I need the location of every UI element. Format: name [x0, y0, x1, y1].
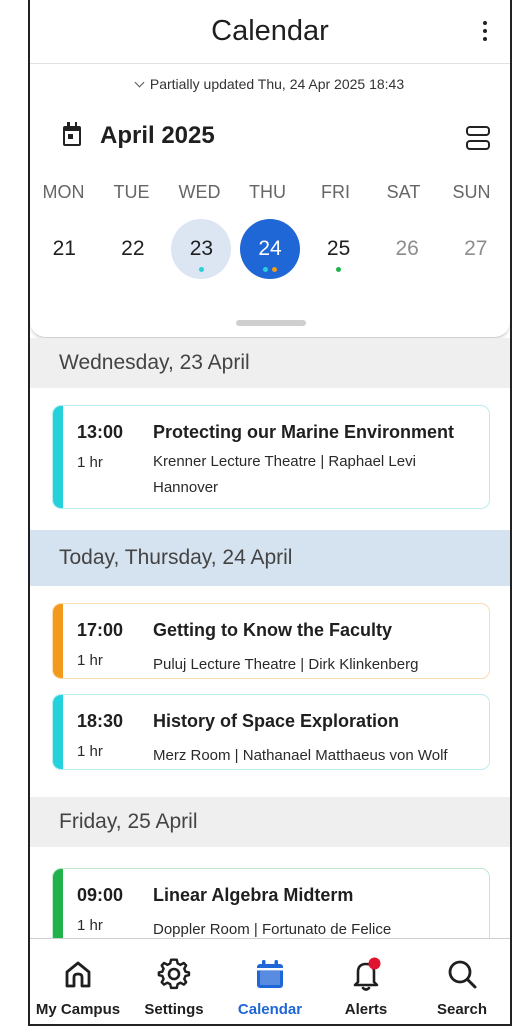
sync-status[interactable]: Partially updated Thu, 24 Apr 2025 18:43 — [30, 76, 510, 92]
weekday-header: MON TUE WED THU FRI SAT SUN — [30, 182, 510, 203]
event-color-bar — [53, 695, 63, 769]
bottom-navigation: My Campus Settings Calendar Alerts Searc… — [30, 938, 510, 1024]
calendar-icon — [257, 960, 283, 988]
event-title: History of Space Exploration — [153, 711, 400, 731]
week-strip: 21 22 23 24 25 26 27 — [30, 219, 510, 283]
day-cell[interactable]: 21 — [30, 219, 99, 283]
page-title: Calendar — [211, 15, 329, 47]
calendar-panel: Partially updated Thu, 24 Apr 2025 18:43… — [30, 64, 510, 338]
event-location: Puluj Lecture Theatre | Dirk Klinkenberg — [153, 656, 419, 673]
weekday-label: FRI — [321, 182, 350, 202]
day-cell[interactable]: 26 — [373, 219, 442, 283]
weekday-label: WED — [178, 182, 221, 202]
event-time: 18:30 — [77, 711, 124, 731]
day-cell[interactable]: 24 — [236, 219, 305, 283]
alert-badge — [368, 957, 381, 970]
nav-label: Alerts — [344, 1001, 388, 1018]
event-location: Krenner Lecture Theatre | Raphael Levi H… — [153, 449, 479, 501]
weekday-label: THU — [249, 182, 286, 202]
event-title: Getting to Know the Faculty — [153, 620, 392, 640]
event-card[interactable]: 17:00 1 hr Getting to Know the Faculty P… — [52, 603, 490, 679]
view-toggle-icon[interactable] — [466, 126, 490, 150]
event-title: Protecting our Marine Environment — [153, 422, 455, 442]
event-dot — [336, 267, 342, 272]
event-dots — [236, 267, 305, 272]
event-color-bar — [53, 869, 63, 947]
nav-label: Calendar — [237, 1001, 303, 1018]
calendar-icon — [63, 122, 81, 146]
event-card[interactable]: 18:30 1 hr History of Space Exploration … — [52, 694, 490, 770]
event-dots — [167, 267, 236, 272]
day-cell[interactable]: 23 — [167, 219, 236, 283]
event-time: 17:00 — [77, 620, 124, 640]
home-icon — [65, 961, 91, 988]
month-header[interactable]: April 2025 — [63, 122, 215, 150]
app-screen: Calendar Partially updated Thu, 24 Apr 2… — [28, 0, 512, 1026]
day-section-header: Wednesday, 23 April — [30, 338, 510, 388]
day-cell[interactable]: 25 — [304, 219, 373, 283]
event-card[interactable]: 13:00 1 hr Protecting our Marine Environ… — [52, 405, 490, 509]
nav-label: Search — [436, 1001, 488, 1018]
nav-label: Settings — [144, 1001, 204, 1018]
event-duration: 1 hr — [77, 454, 103, 471]
drag-handle[interactable] — [236, 320, 306, 326]
event-card[interactable]: 09:00 1 hr Linear Algebra Midterm Dopple… — [52, 868, 490, 948]
event-duration: 1 hr — [77, 917, 103, 934]
day-number: 27 — [464, 237, 488, 260]
search-icon — [448, 960, 477, 989]
day-number: 22 — [121, 237, 145, 260]
weekday-label: SAT — [386, 182, 421, 202]
app-bar: Calendar — [30, 0, 510, 64]
day-number: 21 — [52, 237, 76, 260]
more-options-icon[interactable] — [474, 14, 496, 48]
event-dot — [272, 267, 278, 272]
event-location-line: Hannover — [153, 479, 219, 496]
weekday-label: SUN — [452, 182, 491, 202]
month-label: April 2025 — [100, 122, 215, 149]
event-color-bar — [53, 604, 63, 678]
nav-label: My Campus — [35, 1001, 121, 1018]
chevron-down-icon — [134, 77, 145, 88]
nav-item-my-campus[interactable]: My Campus — [30, 939, 126, 1024]
day-section-header-today: Today, Thursday, 24 April — [30, 530, 510, 586]
event-location-line: Krenner Lecture Theatre | Raphael Levi — [153, 453, 416, 470]
sync-status-text: Partially updated Thu, 24 Apr 2025 18:43 — [149, 76, 405, 92]
event-color-bar — [53, 406, 63, 508]
bell-icon — [353, 957, 381, 991]
event-dot — [198, 267, 204, 272]
day-section-header: Friday, 25 April — [30, 797, 510, 847]
event-dot — [263, 267, 269, 272]
event-dots — [304, 267, 373, 272]
day-number: 26 — [395, 237, 419, 260]
event-time: 13:00 — [77, 422, 124, 442]
day-cell[interactable]: 22 — [99, 219, 168, 283]
event-location: Merz Room | Nathanael Matthaeus von Wolf — [153, 747, 448, 764]
day-cell[interactable]: 27 — [441, 219, 510, 283]
event-time: 09:00 — [77, 885, 124, 905]
nav-item-settings[interactable]: Settings — [126, 939, 222, 1024]
nav-item-calendar[interactable]: Calendar — [222, 939, 318, 1024]
event-duration: 1 hr — [77, 652, 103, 669]
nav-item-alerts[interactable]: Alerts — [318, 939, 414, 1024]
weekday-label: TUE — [113, 182, 150, 202]
event-duration: 1 hr — [77, 743, 103, 760]
nav-item-search[interactable]: Search — [414, 939, 510, 1024]
gear-icon — [157, 958, 191, 990]
weekday-label: MON — [42, 182, 85, 202]
event-title: Linear Algebra Midterm — [153, 885, 354, 905]
